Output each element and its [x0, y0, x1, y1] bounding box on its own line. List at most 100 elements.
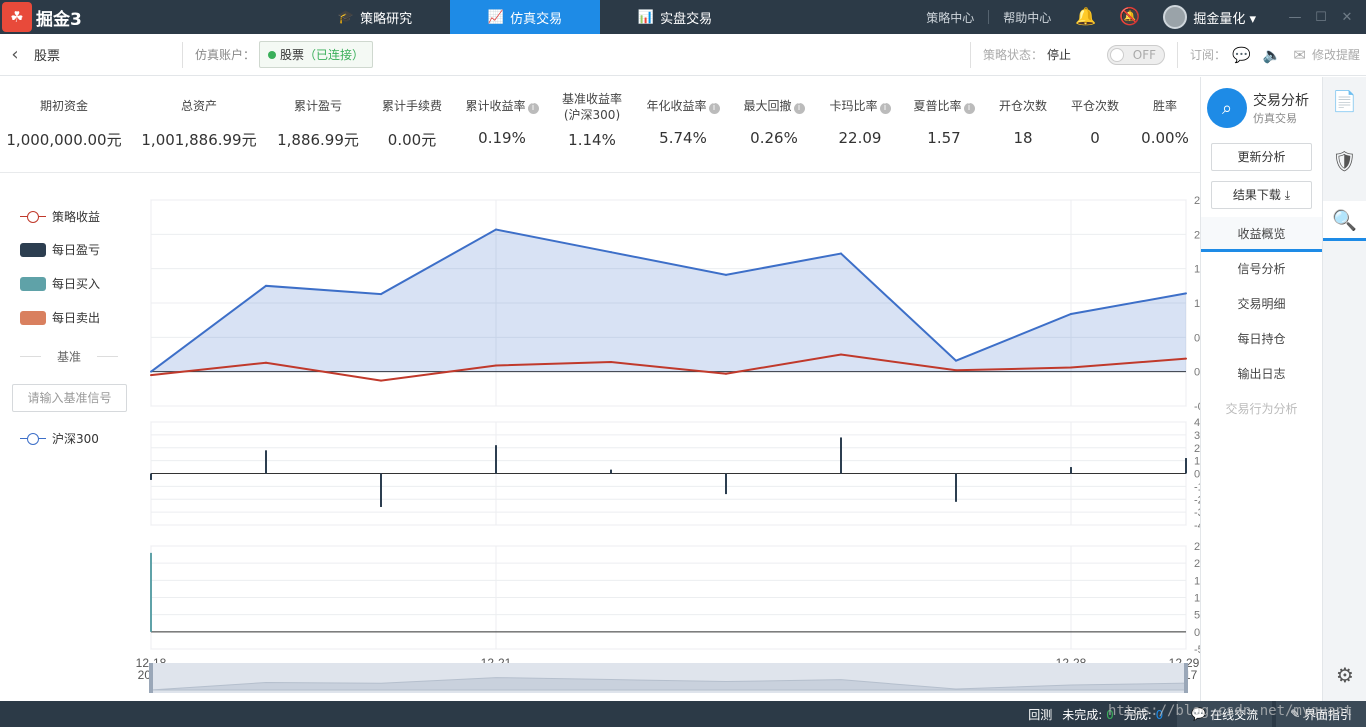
strategy-state: 停止 [1047, 48, 1072, 62]
legend-label: 每日卖出 [52, 311, 101, 325]
legend-daily-sell[interactable]: 每日卖出 [20, 309, 100, 326]
bar-chart-icon: 📊 [637, 9, 655, 25]
info-icon[interactable]: i [879, 103, 891, 114]
maximize-icon[interactable]: ☐ [1308, 10, 1334, 25]
stat-label-wrap: 夏普比率 i [906, 77, 982, 117]
stat-value: 1,001,886.99元 [141, 131, 257, 149]
analysis-panel: ⌕ 交易分析 仿真交易 更新分析 结果下载 ⤓ 收益概览 信号分析 交易明细 每… [1200, 77, 1322, 701]
benchmark-point [150, 370, 152, 373]
modify-reminder-link[interactable]: 修改提醒 [1312, 46, 1360, 63]
app-name: 掘金3 [36, 9, 82, 30]
benchmark-input[interactable]: 请输入基准信号 [12, 384, 127, 412]
stat-label: 平仓次数 [1070, 99, 1119, 113]
stat-label-wrap: 最大回撤 i [736, 77, 812, 117]
label: 在线交流 [1210, 707, 1259, 722]
stat-sublabel: (沪深300) [563, 108, 621, 122]
chat-icon: 💬 [1191, 707, 1207, 721]
refresh-analysis-button[interactable]: 更新分析 [1211, 143, 1312, 171]
mail-icon[interactable]: ✉ [1293, 46, 1306, 64]
close-icon[interactable]: ✕ [1334, 10, 1360, 25]
username-dropdown[interactable]: 掘金量化 ▾ [1193, 8, 1256, 27]
benchmark-point [1185, 292, 1187, 295]
account-label: 仿真账户： [195, 48, 256, 62]
stat-max-drawdown: 最大回撤 i 0.26% [736, 77, 812, 147]
legend-daily-pnl[interactable]: 每日盈亏 [20, 241, 100, 258]
menu-daily-positions[interactable]: 每日持仓 [1201, 322, 1322, 357]
back-arrow-icon[interactable]: ‹ [0, 44, 30, 65]
username: 掘金量化 [1193, 11, 1246, 27]
divider [1177, 41, 1179, 68]
strategy-point [610, 361, 612, 364]
tab-live-trading[interactable]: 📊 实盘交易 [600, 0, 750, 34]
minimize-icon[interactable]: — [1282, 10, 1308, 25]
info-icon[interactable]: i [793, 103, 805, 114]
stat-label-wrap: 基准收益率 (沪深300) [552, 77, 632, 122]
online-chat-button[interactable]: 💬 在线交流 [1177, 701, 1273, 727]
stat-initial-capital: 期初资金 1,000,000.00元 [0, 77, 128, 150]
legend-label: 策略收益 [52, 210, 101, 224]
legend-benchmark[interactable]: 沪深300 [20, 430, 99, 447]
benchmark-point [610, 251, 612, 254]
legend-strategy[interactable]: 策略收益 [20, 208, 100, 225]
unfinished-count: 未完成: 0 [1062, 706, 1114, 723]
info-icon[interactable]: i [527, 103, 539, 114]
stat-label: 累计盈亏 [293, 99, 342, 113]
divider [20, 356, 41, 357]
download-results-button[interactable]: 结果下载 ⤓ [1211, 181, 1312, 209]
status-bar: 回测 未完成: 0 完成: 0 💬 在线交流 ✎ 界面指引 [0, 701, 1366, 727]
top-nav-bar: ☘ 掘金3 🎓 策略研究 📈 仿真交易 📊 实盘交易 策略中心 帮助中心 🔔 🔕… [0, 0, 1366, 34]
subscribe-label: 订阅： [1190, 48, 1227, 62]
menu-revenue-overview[interactable]: 收益概览 [1201, 217, 1322, 252]
speaker-icon[interactable]: 🔈 [1263, 46, 1282, 64]
stat-value: 0 [1090, 129, 1100, 147]
account-status: （已连接） [304, 48, 365, 62]
wechat-icon[interactable]: 💬 [1232, 46, 1251, 64]
pnl-bar [1070, 467, 1072, 474]
tab-label: 策略研究 [360, 11, 413, 27]
menu-trade-behavior: 交易行为分析 [1225, 402, 1298, 416]
benchmark-point [1070, 312, 1072, 315]
legend-daily-buy[interactable]: 每日买入 [20, 275, 100, 292]
stat-label-wrap: 累计收益率 i [458, 77, 546, 117]
menu-output-log[interactable]: 输出日志 [1201, 357, 1322, 392]
finished-count: 完成: 0 [1124, 706, 1164, 723]
page-title: 股票 [34, 49, 61, 64]
strategy-point [495, 364, 497, 367]
pnl-bar [955, 473, 957, 502]
document-eye-icon[interactable]: 📄 [1323, 81, 1366, 121]
strategy-center-link[interactable]: 策略中心 [926, 9, 974, 26]
strategy-toggle[interactable]: OFF [1107, 44, 1166, 65]
account-selector[interactable]: 股票 （已连接） [259, 41, 374, 68]
interface-guide-button[interactable]: ✎ 界面指引 [1276, 701, 1366, 727]
backtest-chart[interactable]: 2.50%2.00%1.50%1.00%0.50%0.00%-0.50%4,00… [130, 180, 1200, 698]
gear-icon[interactable]: ⚙ [1323, 655, 1366, 695]
bell-icon[interactable]: 🔔 [1075, 7, 1096, 27]
stat-win-rate: 胜率 0.00% [1132, 77, 1198, 147]
stat-close-count: 平仓次数 0 [1062, 77, 1128, 147]
tab-sim-trading[interactable]: 📈 仿真交易 [450, 0, 600, 34]
info-icon[interactable]: i [963, 103, 975, 114]
tab-strategy-research[interactable]: 🎓 策略研究 [300, 0, 450, 34]
stat-annual-return: 年化收益率 i 5.74% [640, 77, 726, 147]
pnl-bar [725, 473, 727, 495]
notification-icon[interactable]: 🔕 [1119, 7, 1140, 27]
pen-icon: ✎ [1290, 707, 1301, 721]
stat-sharpe: 夏普比率 i 1.57 [906, 77, 982, 147]
pnl-bar [150, 473, 152, 480]
avatar[interactable] [1163, 5, 1188, 29]
backtest-label[interactable]: 回测 [1028, 706, 1052, 723]
stat-label: 总资产 [180, 99, 217, 113]
stat-value: 1.57 [927, 129, 961, 147]
stat-label: 最大回撤 [743, 99, 792, 113]
analysis-search-icon[interactable]: 🔍 [1323, 201, 1366, 241]
help-center-link[interactable]: 帮助中心 [1003, 9, 1051, 26]
stat-benchmark-return: 基准收益率 (沪深300) 1.14% [552, 77, 632, 149]
shield-icon[interactable]: 🛡 [1323, 141, 1366, 181]
navigator-handle-left [149, 663, 153, 693]
menu-signal-analysis[interactable]: 信号分析 [1201, 252, 1322, 287]
pnl-bar [265, 450, 267, 474]
strategy-state-label: 策略状态： [982, 48, 1043, 62]
info-icon[interactable]: i [708, 103, 720, 114]
label: 界面指引 [1303, 707, 1352, 722]
menu-trade-details[interactable]: 交易明细 [1201, 287, 1322, 322]
